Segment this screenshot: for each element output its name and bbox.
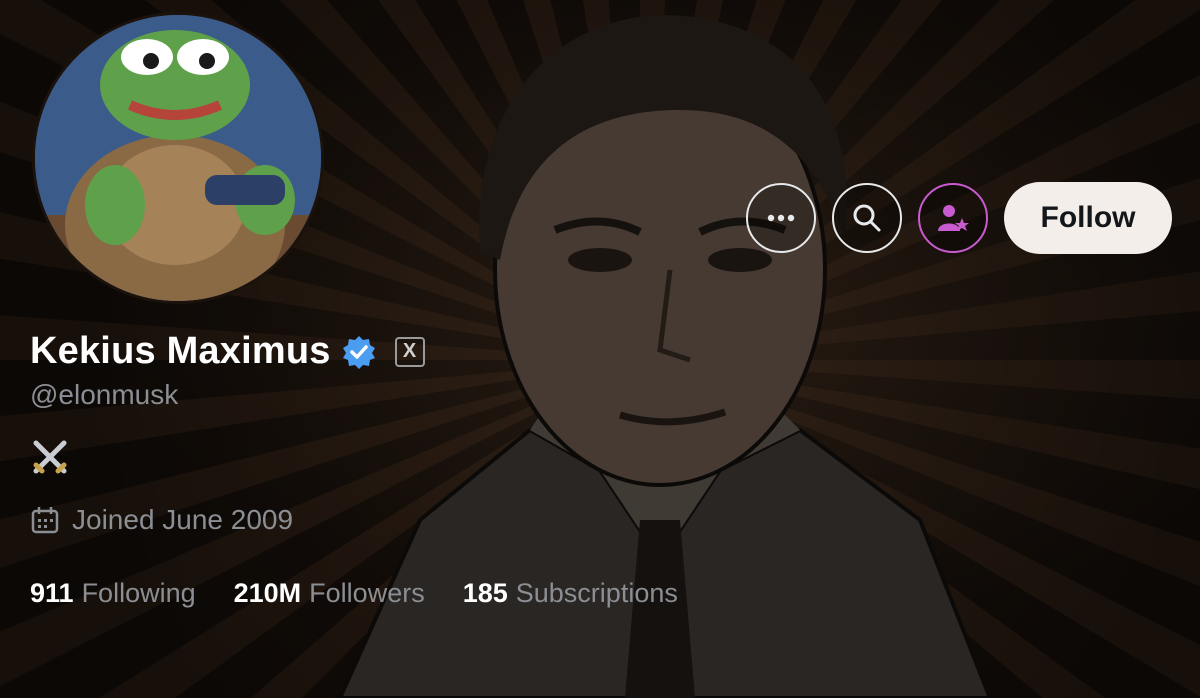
more-button[interactable] bbox=[746, 183, 816, 253]
display-name: Kekius Maximus bbox=[30, 330, 331, 372]
profile-stats: 911 Following 210M Followers 185 Subscri… bbox=[30, 578, 678, 609]
following-count: 911 bbox=[30, 578, 74, 608]
joined-date: Joined June 2009 bbox=[30, 504, 425, 536]
more-icon bbox=[767, 214, 795, 222]
following-label: Following bbox=[81, 578, 196, 608]
subscriptions-label: Subscriptions bbox=[515, 578, 678, 608]
search-icon bbox=[853, 204, 881, 232]
followers-label: Followers bbox=[309, 578, 425, 608]
followers-link[interactable]: 210M Followers bbox=[234, 578, 425, 609]
profile-avatar[interactable] bbox=[32, 12, 324, 304]
follow-button[interactable]: Follow bbox=[1004, 182, 1172, 254]
joined-text: Joined June 2009 bbox=[72, 504, 294, 535]
name-row: Kekius Maximus X bbox=[30, 330, 425, 373]
profile-actions: Follow bbox=[746, 182, 1172, 254]
crossed-swords-icon bbox=[33, 440, 67, 474]
handle: @elonmusk bbox=[30, 379, 179, 410]
x-logo-icon[interactable]: X bbox=[394, 336, 425, 367]
subscribe-button[interactable] bbox=[918, 183, 988, 253]
following-link[interactable]: 911 Following bbox=[30, 578, 196, 609]
subscribe-icon bbox=[938, 205, 969, 231]
verified-badge-icon[interactable] bbox=[341, 334, 377, 370]
profile-info: Kekius Maximus X @elonmusk Joined June 2… bbox=[30, 330, 425, 536]
subscriptions-count: 185 bbox=[462, 578, 508, 608]
search-button[interactable] bbox=[832, 183, 902, 253]
subscriptions-link[interactable]: 185 Subscriptions bbox=[463, 578, 678, 609]
followers-count: 210M bbox=[233, 578, 302, 608]
calendar-icon bbox=[31, 507, 59, 534]
